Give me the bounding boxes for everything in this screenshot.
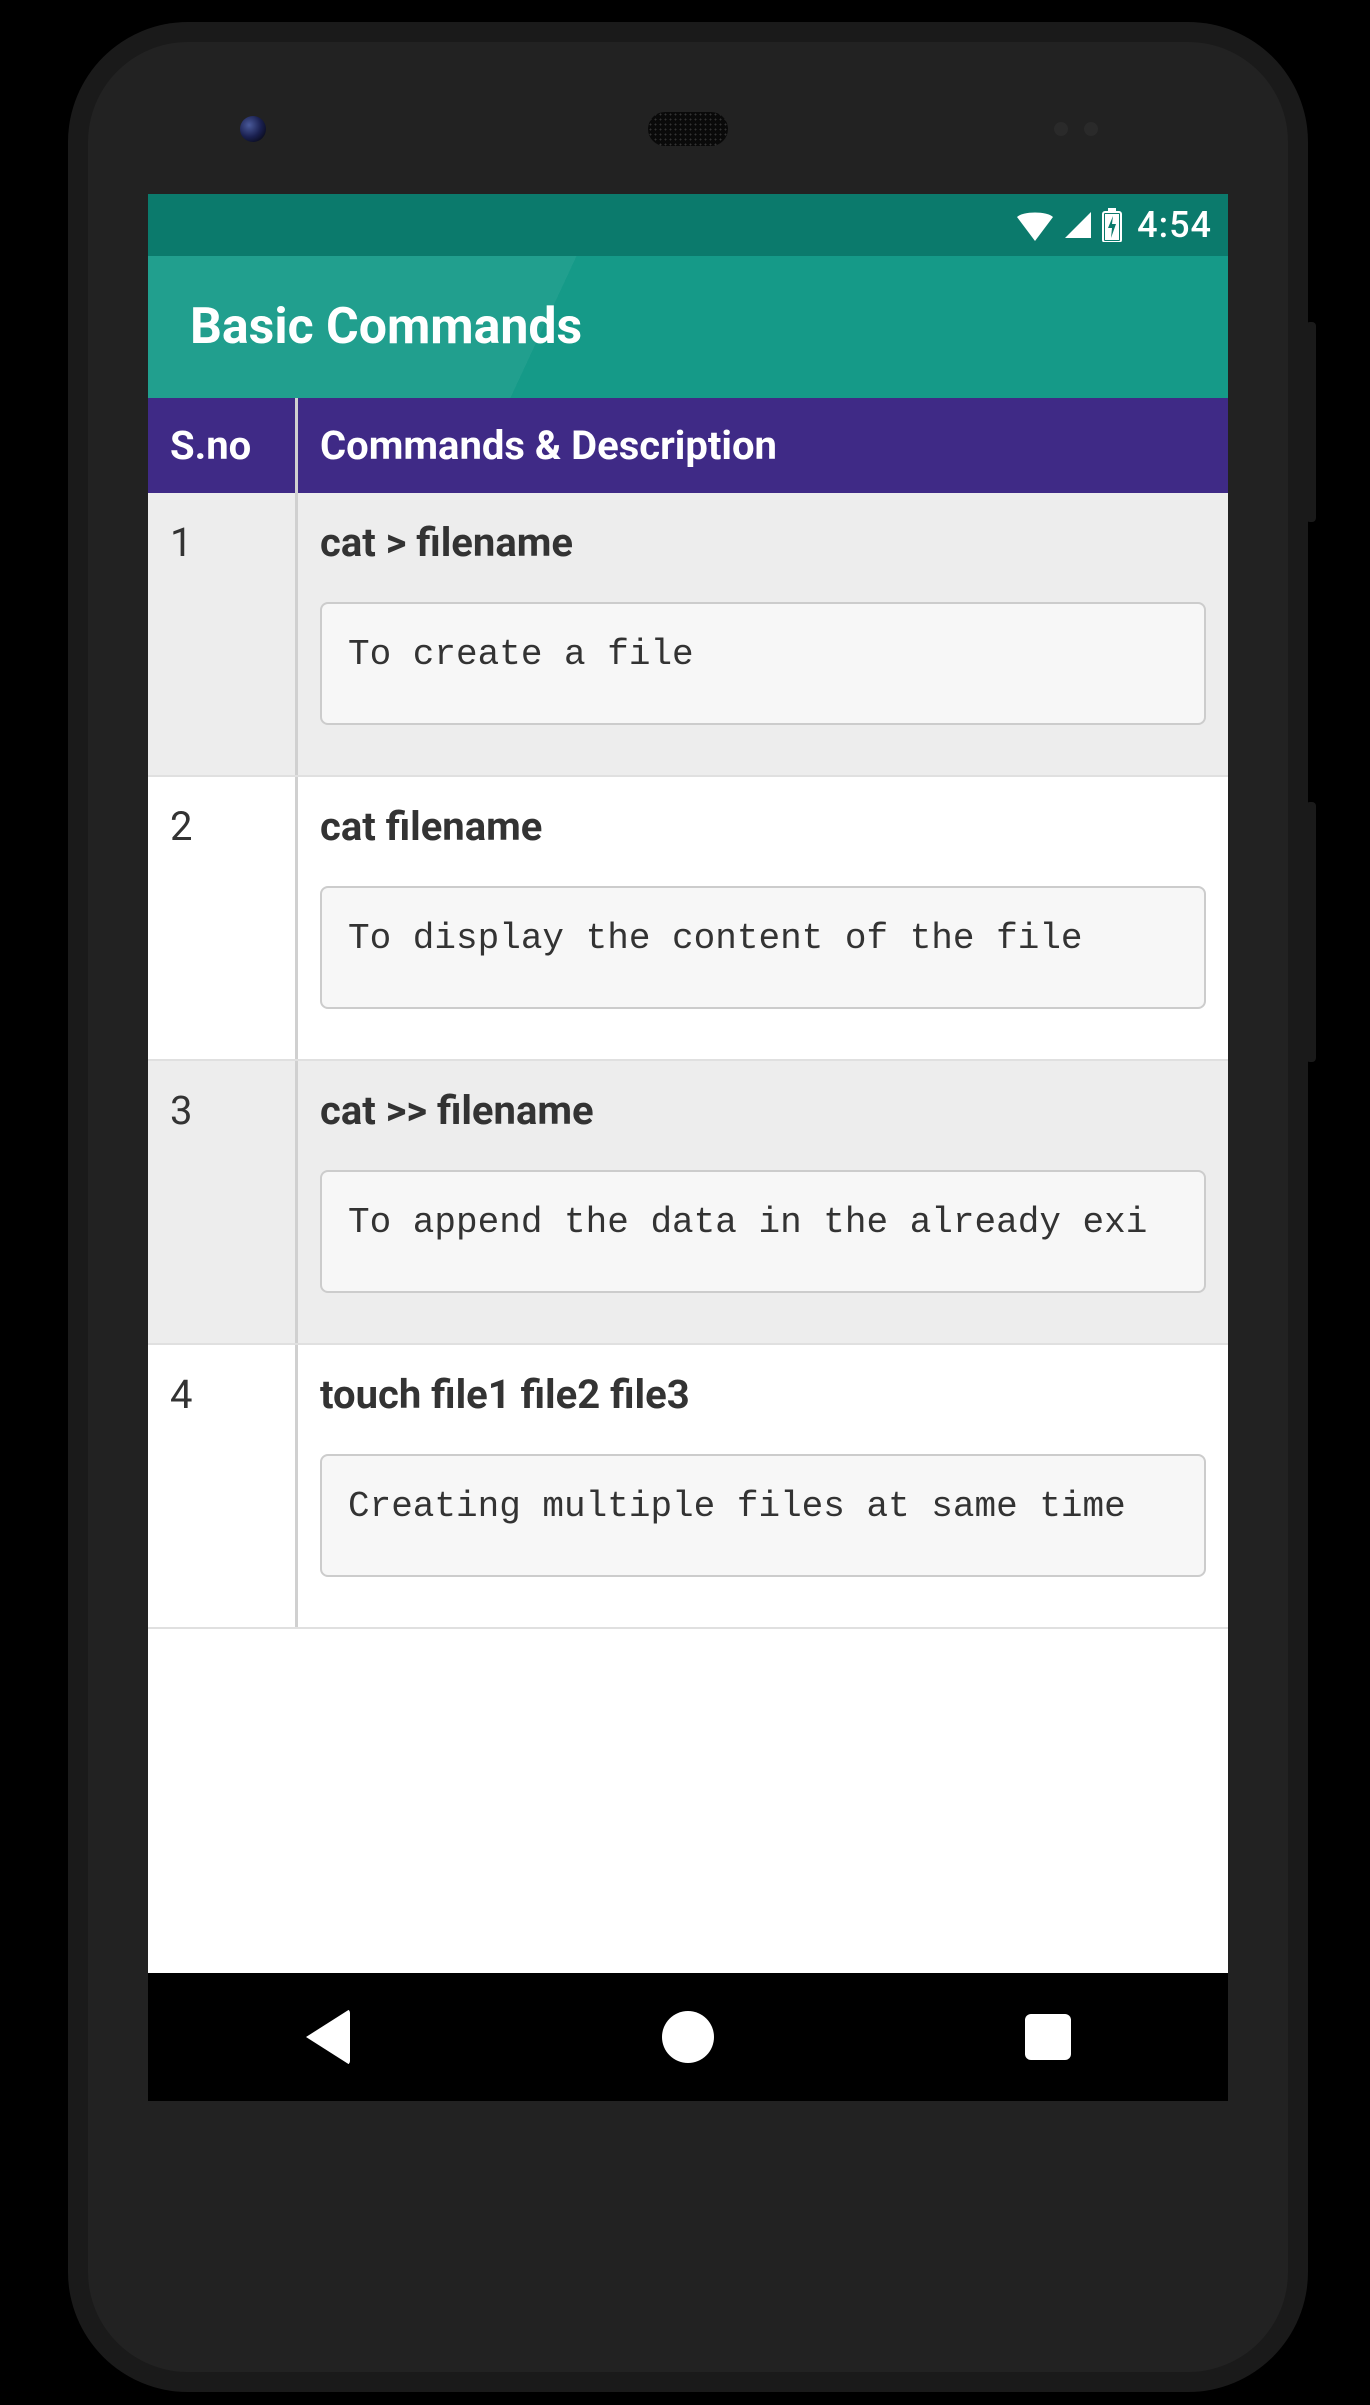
recents-button[interactable] [1018,2007,1078,2067]
row-sno: 4 [148,1345,298,1627]
back-icon [306,2009,350,2065]
screen: 4:54 Basic Commands S.no Commands & Desc… [148,194,1228,1973]
table-row: 3 cat >> filename To append the data in … [148,1061,1228,1345]
status-bar: 4:54 [148,194,1228,256]
status-time: 4:54 [1137,204,1212,246]
table-row: 4 touch file1 file2 file3 Creating multi… [148,1345,1228,1629]
command-text: touch file1 file2 file3 [320,1371,1206,1418]
row-content: cat filename To display the content of t… [298,777,1228,1059]
commands-table: S.no Commands & Description 1 cat > file… [148,398,1228,1629]
row-sno: 1 [148,493,298,775]
description-box: Creating multiple files at same time [320,1454,1206,1577]
header-desc: Commands & Description [298,398,1228,493]
table-header: S.no Commands & Description [148,398,1228,493]
app-bar: Basic Commands [148,256,1228,398]
cellular-icon [1063,210,1093,240]
table-row: 2 cat filename To display the content of… [148,777,1228,1061]
front-camera [240,116,266,142]
row-sno: 3 [148,1061,298,1343]
description-box: To display the content of the file [320,886,1206,1009]
row-content: cat > filename To create a file [298,493,1228,775]
phone-frame: 4:54 Basic Commands S.no Commands & Desc… [68,22,1308,2392]
command-text: cat >> filename [320,1087,1206,1134]
speaker-grille [648,112,728,146]
table-row: 1 cat > filename To create a file [148,493,1228,777]
home-icon [662,2011,714,2063]
sensor-dots [1054,122,1098,136]
wifi-icon [1015,209,1055,241]
table-body[interactable]: 1 cat > filename To create a file 2 cat … [148,493,1228,1629]
header-sno: S.no [148,398,298,493]
description-box: To create a file [320,602,1206,725]
phone-side-button-2 [1306,802,1316,1062]
back-button[interactable] [298,2007,358,2067]
battery-charging-icon [1101,208,1123,242]
row-content: touch file1 file2 file3 Creating multipl… [298,1345,1228,1627]
command-text: cat filename [320,803,1206,850]
row-content: cat >> filename To append the data in th… [298,1061,1228,1343]
command-text: cat > filename [320,519,1206,566]
home-button[interactable] [658,2007,718,2067]
row-sno: 2 [148,777,298,1059]
navigation-bar [148,1973,1228,2101]
description-box: To append the data in the already exi [320,1170,1206,1293]
phone-side-button [1306,322,1316,522]
recents-icon [1025,2014,1071,2060]
page-title: Basic Commands [190,298,582,356]
